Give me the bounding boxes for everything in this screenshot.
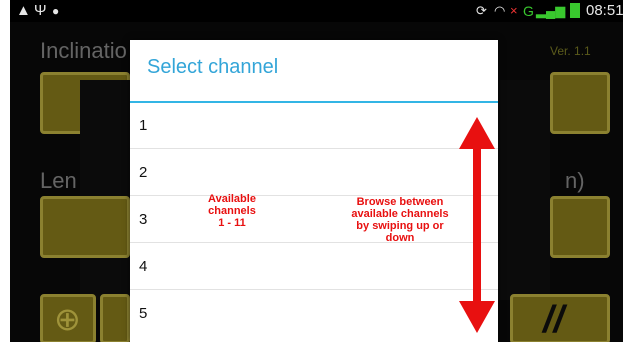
wifi-icon: ◠ bbox=[494, 3, 506, 18]
channel-item-label: 3 bbox=[139, 211, 148, 228]
signal-bars-icon: ▂▄▆ bbox=[536, 3, 566, 18]
warning-icon: ▲ bbox=[16, 2, 31, 19]
swipe-instruction-note: Browse between available channels by swi… bbox=[330, 196, 470, 244]
select-channel-dialog: Select channel 1 2 3 4 5 bbox=[130, 40, 498, 342]
channel-item-label: 1 bbox=[139, 117, 148, 134]
note-line: Browse between bbox=[356, 196, 444, 208]
channel-item-1[interactable]: 1 bbox=[130, 103, 498, 149]
android-icon: ● bbox=[52, 4, 60, 18]
channel-item-label: 2 bbox=[139, 164, 148, 181]
channel-item-5[interactable]: 5 bbox=[130, 291, 498, 337]
phone-screen: ▲ Ψ ● ⟳ ◠ × G ▂▄▆ 08:51 Inclinatio Ver. … bbox=[10, 0, 623, 342]
note-line: 1 - 11 bbox=[218, 217, 246, 229]
double-arrow-icon bbox=[459, 117, 495, 333]
battery-icon bbox=[570, 3, 580, 18]
channel-item-label: 5 bbox=[139, 305, 148, 322]
note-line: by swiping up or bbox=[356, 220, 444, 232]
note-line: available channels bbox=[351, 208, 449, 220]
note-line: channels bbox=[208, 205, 256, 217]
channel-item-label: 4 bbox=[139, 258, 148, 275]
note-line: down bbox=[385, 232, 415, 244]
clock: 08:51 bbox=[586, 2, 623, 19]
status-bar: ▲ Ψ ● ⟳ ◠ × G ▂▄▆ 08:51 bbox=[10, 0, 623, 22]
sync-icon: ⟳ bbox=[476, 3, 487, 18]
channel-item-4[interactable]: 4 bbox=[130, 244, 498, 290]
no-signal-icon: × bbox=[510, 3, 518, 18]
usb-icon: Ψ bbox=[34, 2, 47, 19]
channel-item-2[interactable]: 2 bbox=[130, 150, 498, 196]
available-channels-note: Available channels 1 - 11 bbox=[192, 193, 272, 229]
dialog-title: Select channel bbox=[147, 56, 279, 78]
note-line: Available bbox=[208, 193, 256, 205]
network-type-label: G bbox=[523, 3, 534, 19]
